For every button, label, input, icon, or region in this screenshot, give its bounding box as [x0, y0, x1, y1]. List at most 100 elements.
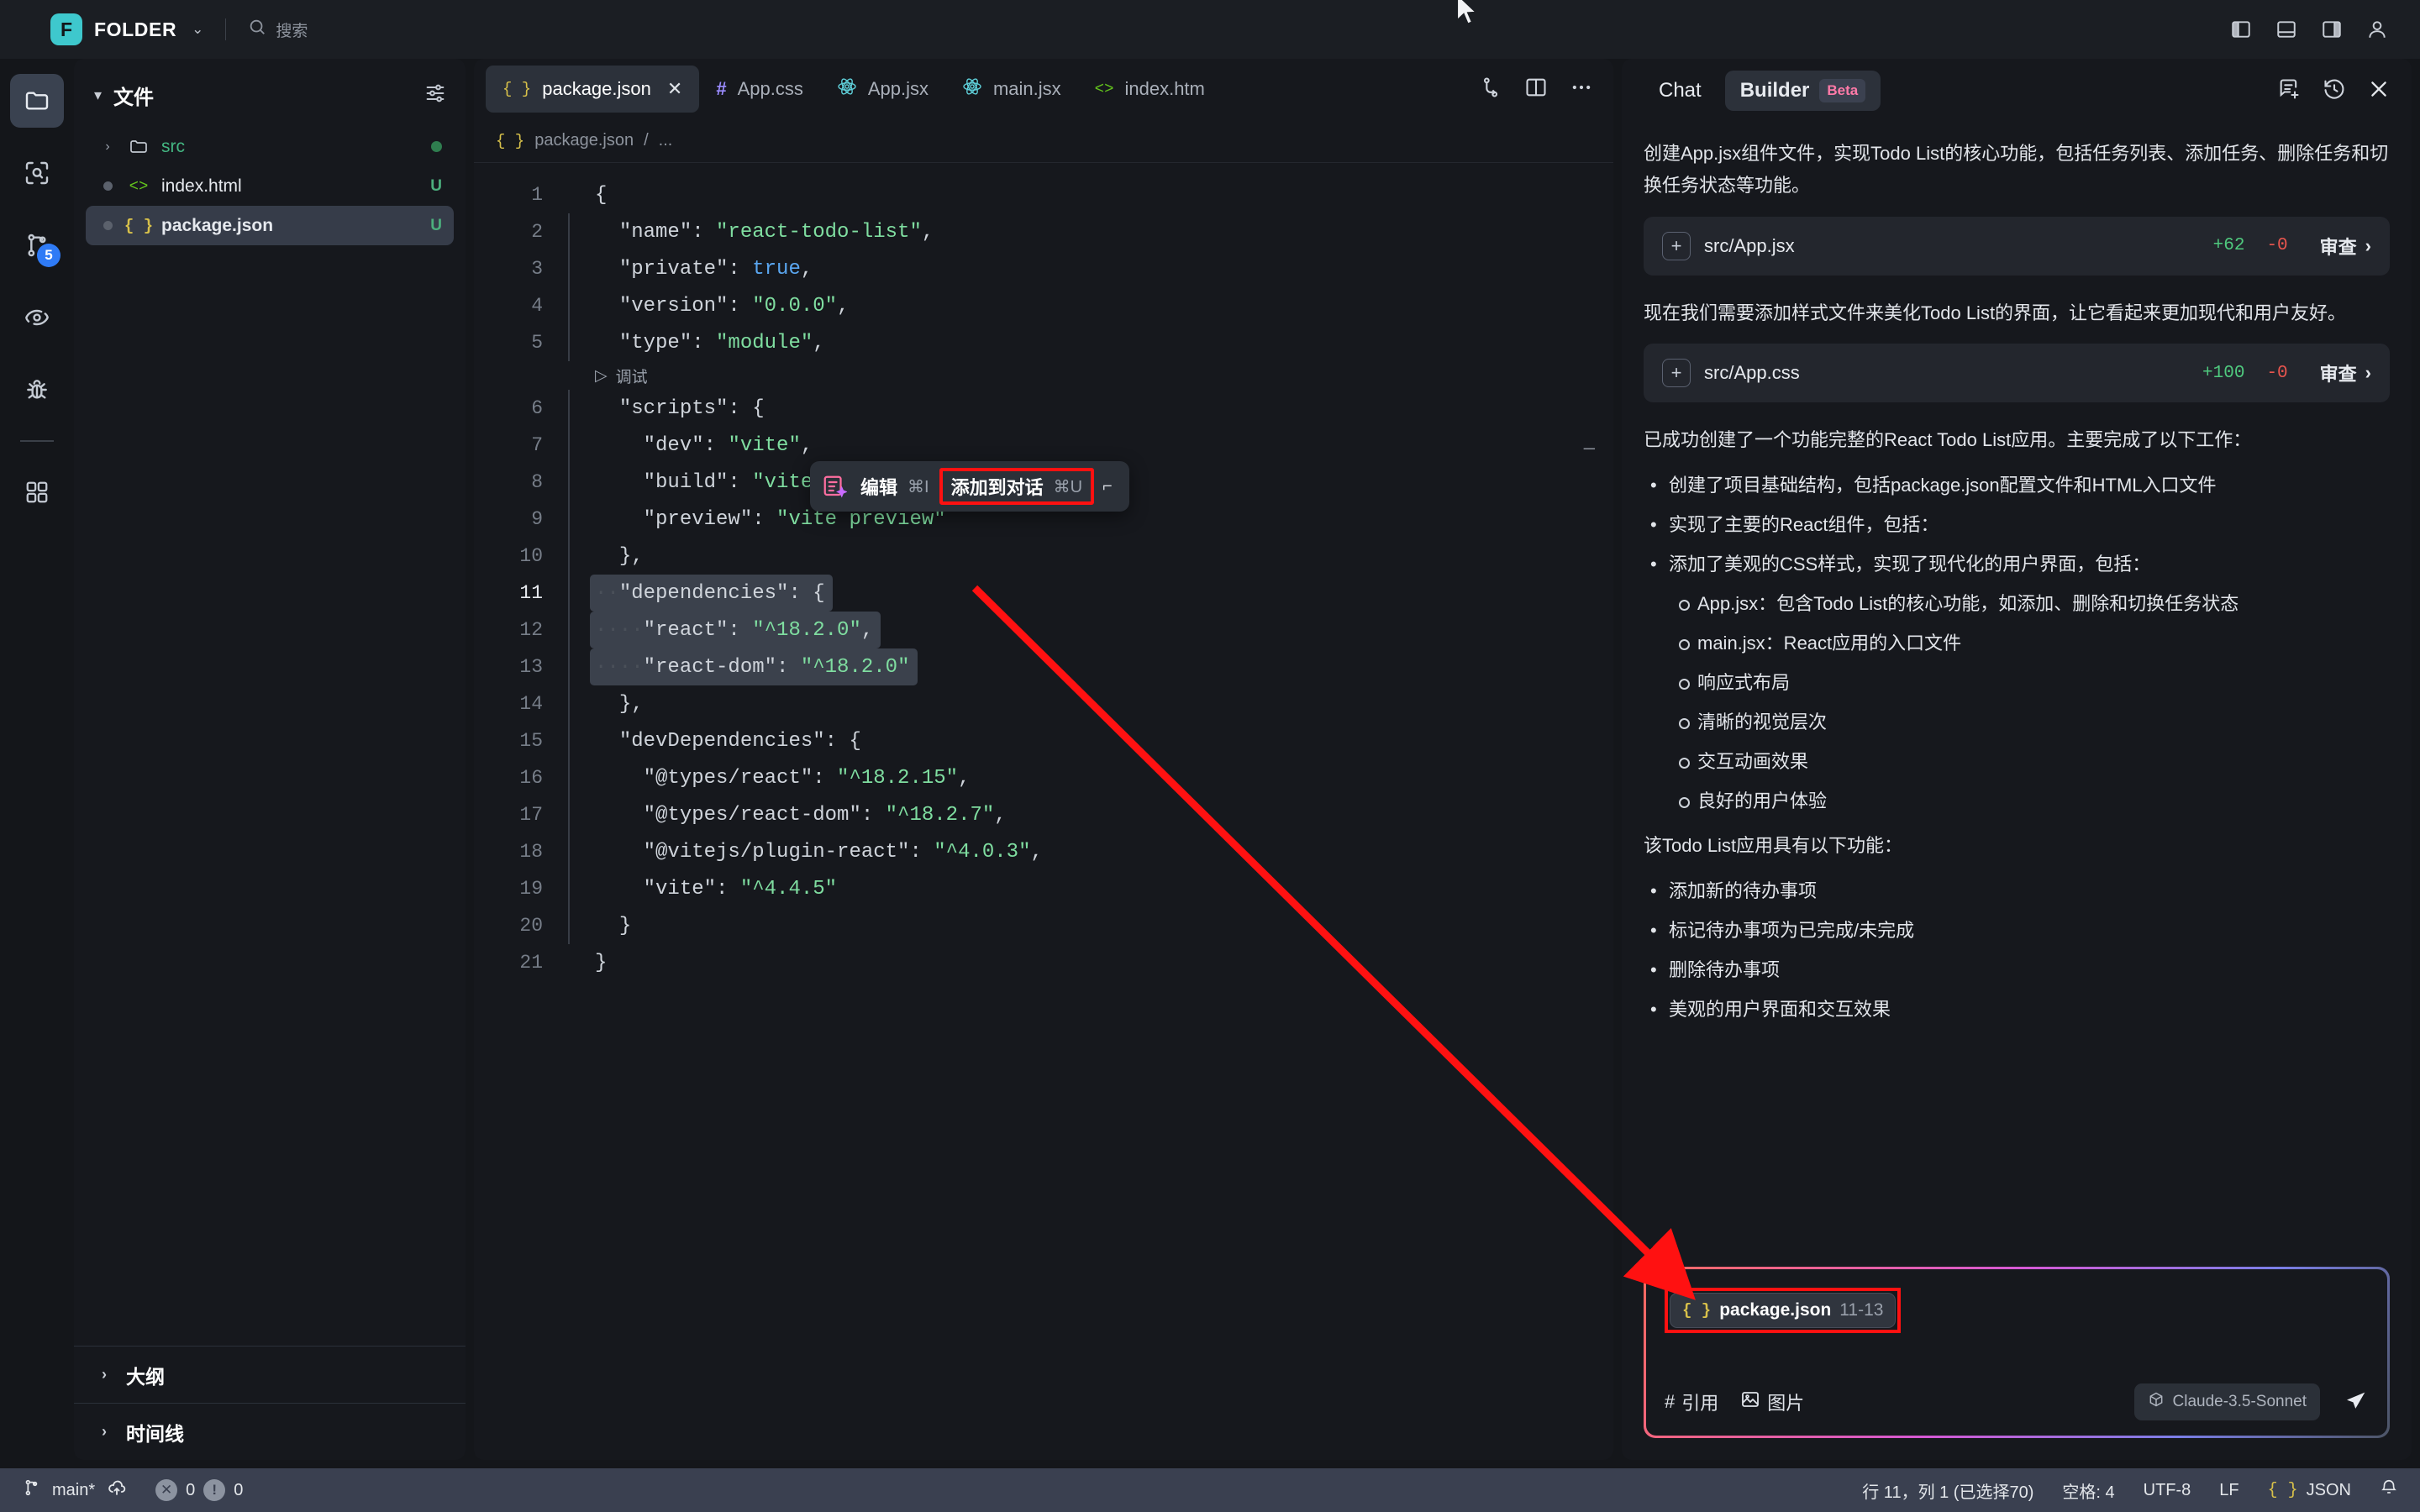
filter-settings-icon[interactable]: [424, 81, 447, 109]
code-line[interactable]: 16 "@types/react": "^18.2.15",: [474, 759, 1613, 796]
code-line[interactable]: 13 ····"react-dom": "^18.2.0": [474, 648, 1613, 685]
chevron-down-icon[interactable]: ⌄: [192, 21, 203, 38]
line-number: 19: [519, 878, 543, 900]
search-box[interactable]: 搜索: [248, 18, 308, 41]
react-icon: [837, 76, 857, 102]
code-line[interactable]: 1{: [474, 176, 1613, 213]
tab-builder[interactable]: Builder Beta: [1724, 71, 1881, 111]
close-icon[interactable]: ✕: [667, 78, 682, 100]
code-line[interactable]: 21}: [474, 944, 1613, 981]
divider: [225, 18, 227, 40]
chevron-right-icon[interactable]: ›: [96, 1423, 113, 1441]
breadcrumb[interactable]: { } package.json / ...: [474, 119, 1613, 163]
code-line[interactable]: 15 "devDependencies": {: [474, 722, 1613, 759]
code-line[interactable]: 17 "@types/react-dom": "^18.2.7",: [474, 796, 1613, 833]
reference-button[interactable]: # 引用: [1665, 1389, 1718, 1415]
language-mode[interactable]: { } JSON: [2268, 1481, 2351, 1500]
panel-right-icon[interactable]: [2321, 18, 2343, 40]
tab-package-json[interactable]: { } package.json ✕: [486, 66, 700, 113]
menu-item-add-to-chat[interactable]: 添加到对话 ⌘U: [939, 468, 1095, 505]
eol[interactable]: LF: [2219, 1481, 2238, 1500]
chat-messages[interactable]: 创建App.jsx组件文件，实现Todo List的核心功能，包括任务列表、添加…: [1622, 123, 2412, 1267]
context-chip-package-json[interactable]: { } package.json 11-13: [1670, 1293, 1897, 1328]
file-row-src[interactable]: › src: [86, 127, 454, 166]
code-line[interactable]: 7 "dev": "vite",: [474, 427, 1613, 464]
file-row-package-json[interactable]: { } package.json U: [86, 206, 454, 245]
chat-composer-inner[interactable]: { } package.json 11-13 # 引用 图片 Claude-3.…: [1646, 1269, 2387, 1436]
mouse-cursor: [1456, 0, 1479, 25]
file-row-index-html[interactable]: <> index.html U: [86, 166, 454, 206]
code-text-wrap: "@vitejs/plugin-react": "^4.0.3",: [595, 841, 1043, 864]
codelens-debug[interactable]: ▷ 调试: [474, 361, 1613, 390]
sidebar-item-debug[interactable]: [10, 363, 64, 417]
image-button[interactable]: 图片: [1740, 1389, 1804, 1415]
code-line[interactable]: 10 },: [474, 538, 1613, 575]
tab-main-jsx[interactable]: main.jsx: [945, 66, 1078, 113]
sidebar-item-explorer[interactable]: [10, 74, 64, 128]
status-branch[interactable]: main*: [22, 1478, 127, 1503]
cloud-sync-icon[interactable]: [107, 1478, 127, 1503]
review-button[interactable]: 审查 ›: [2320, 233, 2371, 260]
sidebar-item-search[interactable]: [10, 146, 64, 200]
cursor-position[interactable]: 行 11，列 1 (已选择70): [1862, 1478, 2033, 1503]
line-number: 8: [531, 471, 543, 493]
chevron-right-icon[interactable]: ›: [99, 139, 116, 155]
bell-icon[interactable]: [2380, 1478, 2398, 1502]
chevron-right-icon[interactable]: ›: [96, 1366, 113, 1383]
menu-item-shortcut: ⌘I: [908, 477, 929, 496]
tab-app-jsx[interactable]: App.jsx: [820, 66, 945, 113]
code-line[interactable]: 11 ··"dependencies": {: [474, 574, 1613, 612]
split-editor-icon[interactable]: [1524, 76, 1548, 103]
code-line[interactable]: 5 "type": "module",: [474, 324, 1613, 361]
code-line[interactable]: 18 "@vitejs/plugin-react": "^4.0.3",: [474, 833, 1613, 870]
model-selector[interactable]: Claude-3.5-Sonnet: [2133, 1383, 2320, 1420]
menu-item-edit[interactable]: 编辑 ⌘I: [850, 468, 939, 505]
encoding[interactable]: UTF-8: [2144, 1481, 2191, 1500]
indentation[interactable]: 空格: 4: [2062, 1478, 2114, 1503]
account-icon[interactable]: [2366, 18, 2388, 40]
panel-bottom-icon[interactable]: [2275, 18, 2297, 40]
code-line[interactable]: 3 "private": true,: [474, 250, 1613, 287]
fold-indicator[interactable]: —: [1584, 438, 1595, 459]
panel-left-icon[interactable]: [2230, 18, 2252, 40]
file-path: src/App.jsx: [1704, 234, 1795, 256]
breadcrumb-tail[interactable]: ...: [659, 131, 673, 150]
tab-chat[interactable]: Chat: [1644, 71, 1717, 111]
chevron-down-icon[interactable]: ▾: [94, 87, 102, 104]
code-text: "private": true,: [618, 257, 813, 281]
code-line[interactable]: 19 "vite": "^4.4.5": [474, 870, 1613, 907]
status-problems[interactable]: ✕ 0 ! 0: [155, 1479, 243, 1501]
more-actions-icon[interactable]: [1570, 76, 1593, 103]
explorer-section-outline[interactable]: › 大纲: [74, 1346, 466, 1403]
code-line[interactable]: 20 }: [474, 907, 1613, 944]
sidebar-item-extensions[interactable]: [10, 465, 64, 519]
code-line[interactable]: 12 ····"react": "^18.2.0",: [474, 611, 1613, 648]
code-editor[interactable]: 1{2 "name": "react-todo-list", 3 "private…: [474, 163, 1613, 1460]
source-control-icon[interactable]: [1479, 76, 1502, 103]
code-text-wrap: ··"dependencies": {: [590, 574, 833, 612]
chat-composer[interactable]: { } package.json 11-13 # 引用 图片 Claude-3.…: [1644, 1267, 2390, 1438]
resize-corner-icon[interactable]: ⌐: [1094, 477, 1121, 496]
send-button[interactable]: [2342, 1389, 2369, 1415]
html-icon: <>: [1094, 80, 1114, 98]
code-line[interactable]: 14 },: [474, 685, 1613, 722]
brand[interactable]: F FOLDER ⌄: [50, 13, 203, 45]
code-line[interactable]: 2 "name": "react-todo-list",: [474, 213, 1613, 250]
tab-index-html[interactable]: <> index.htm: [1078, 66, 1219, 113]
sidebar-item-source-control[interactable]: 5: [10, 218, 64, 272]
close-icon[interactable]: [2368, 78, 2390, 104]
tab-app-css[interactable]: # App.css: [699, 66, 820, 113]
file-change-card-appcss[interactable]: + src/App.css +100 -0 审查 ›: [1644, 344, 2390, 403]
breadcrumb-file[interactable]: package.json: [534, 131, 634, 150]
review-button[interactable]: 审查 ›: [2320, 360, 2371, 386]
file-change-card-appjsx[interactable]: + src/App.jsx +62 -0 审查 ›: [1644, 216, 2390, 276]
html-icon: <>: [129, 176, 149, 196]
code-line[interactable]: 6 "scripts": {: [474, 390, 1613, 427]
ai-context-menu[interactable]: 编辑 ⌘I 添加到对话 ⌘U ⌐: [810, 461, 1129, 512]
explorer-section-timeline[interactable]: › 时间线: [74, 1403, 466, 1460]
file-path: src/App.css: [1704, 362, 1800, 384]
sidebar-item-watch[interactable]: [10, 291, 64, 344]
new-chat-icon[interactable]: [2277, 77, 2301, 105]
history-icon[interactable]: [2323, 77, 2346, 105]
code-line[interactable]: 4 "version": "0.0.0",: [474, 287, 1613, 324]
